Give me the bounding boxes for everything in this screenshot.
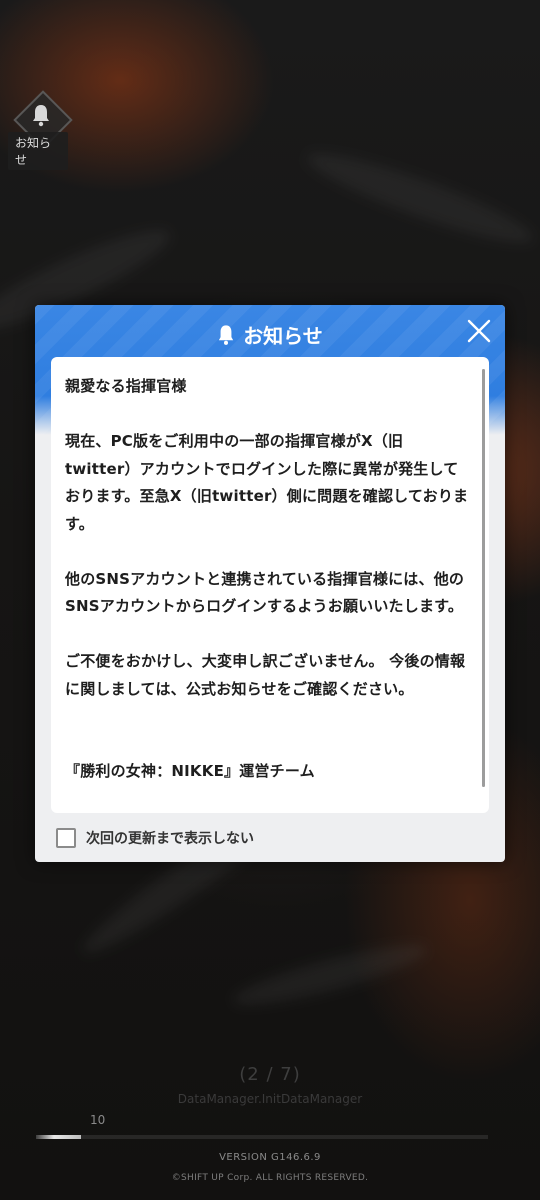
do-not-show-checkbox[interactable] (56, 828, 76, 848)
notice-body: 親愛なる指揮官様 現在、PC版をご利用中の一部の指揮官様がX（旧twitter）… (65, 373, 469, 797)
version-text: VERSION G146.6.9 (219, 1152, 321, 1163)
do-not-show-label: 次回の更新まで表示しない (86, 831, 254, 847)
notice-greeting: 親愛なる指揮官様 (65, 377, 187, 395)
notice-paragraph-1: 現在、PC版をご利用中の一部の指揮官様がX（旧twitter）アカウントでログイ… (65, 432, 469, 533)
loading-step: (2 / 7) (239, 1064, 301, 1085)
notification-button[interactable]: お知らせ (8, 90, 73, 170)
notification-label: お知らせ (8, 132, 68, 170)
notice-signature: 『勝利の女神：NIKKE』運営チーム (65, 762, 315, 780)
bell-icon (219, 324, 234, 345)
do-not-show-option[interactable]: 次回の更新まで表示しない (56, 825, 254, 851)
loading-status: DataManager.InitDataManager (177, 1092, 363, 1106)
notice-dialog: お知らせ 親愛なる指揮官様 現在、PC版をご利用中の一部の指揮官様がX（旧twi… (35, 305, 505, 862)
notice-scrollbar[interactable] (482, 369, 485, 787)
dialog-title-text: お知らせ (243, 323, 323, 348)
loading-progress-bar (36, 1135, 488, 1139)
notice-content[interactable]: 親愛なる指揮官様 現在、PC版をご利用中の一部の指揮官様がX（旧twitter）… (51, 357, 489, 813)
loading-progress-fill (36, 1135, 82, 1139)
bell-icon (33, 105, 49, 127)
loading-percent: 10 (90, 1113, 106, 1127)
scrollbar-thumb[interactable] (482, 369, 485, 787)
notice-paragraph-2: 他のSNSアカウントと連携されている指揮官様には、他のSNSアカウントからログイ… (65, 569, 465, 616)
copyright-text: ©SHIFT UP Corp. ALL RIGHTS RESERVED. (171, 1173, 369, 1183)
close-icon[interactable] (465, 317, 493, 345)
dialog-title: お知らせ (35, 316, 505, 352)
notice-paragraph-3: ご不便をおかけし、大変申し訳ございません。 今後の情報に関しましては、公式お知ら… (65, 652, 466, 698)
